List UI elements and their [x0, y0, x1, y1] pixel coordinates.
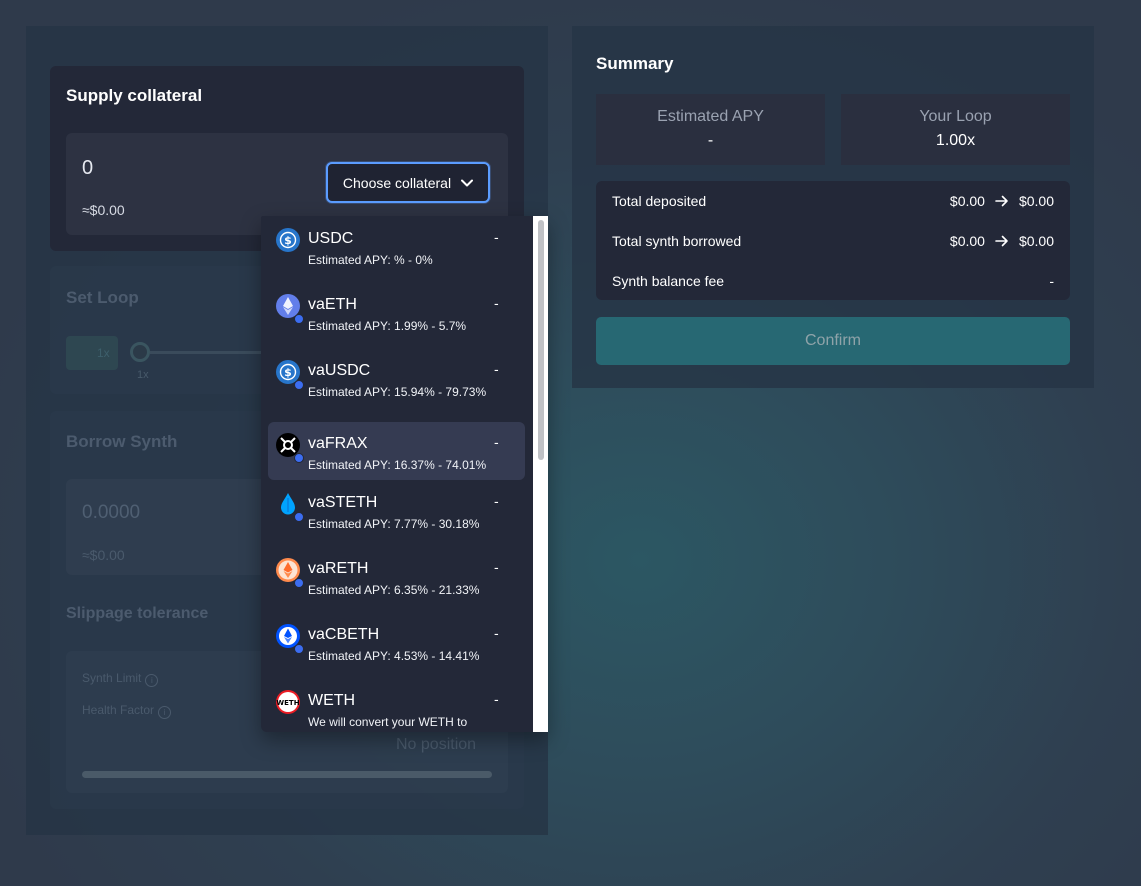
- loop-chip-value: 1x: [97, 346, 110, 360]
- collateral-option-vausdc[interactable]: $ vaUSDC Estimated APY: 15.94% - 79.73% …: [268, 349, 525, 407]
- total-synth-borrowed-value: $0.00 $0.00: [950, 233, 1054, 249]
- summary-details: Total deposited $0.00 $0.00 Total synth …: [596, 181, 1070, 300]
- collateral-option-vacbeth[interactable]: vaCBETH Estimated APY: 4.53% - 14.41% -: [268, 613, 525, 671]
- vesper-badge-icon: [294, 578, 304, 588]
- health-factor-row: Health Factor i: [82, 703, 172, 719]
- collateral-option-vafrax[interactable]: vaFRAX Estimated APY: 16.37% - 74.01% -: [268, 422, 525, 480]
- summary-title: Summary: [596, 54, 674, 73]
- vesper-badge-icon: [294, 453, 304, 463]
- option-name: vaUSDC: [308, 362, 371, 379]
- svg-text:$: $: [284, 234, 292, 247]
- usdc-icon: $: [276, 228, 300, 252]
- slippage-tolerance-title: Slippage tolerance: [66, 605, 209, 622]
- info-icon[interactable]: i: [145, 674, 159, 687]
- supply-usd-value: ≈$0.00: [82, 202, 125, 218]
- option-balance: -: [494, 295, 499, 311]
- arrow-right-icon: [995, 195, 1008, 207]
- weth-icon: WETH: [276, 690, 300, 714]
- synth-limit-row: Synth Limit i: [82, 671, 159, 687]
- collateral-option-usdc[interactable]: $ USDC Estimated APY: % - 0% -: [268, 217, 525, 275]
- collateral-option-vasteth[interactable]: vaSTETH Estimated APY: 7.77% - 30.18% -: [268, 481, 525, 539]
- vesper-badge-icon: [294, 512, 304, 522]
- option-apy: Estimated APY: 16.37% - 74.01%: [308, 458, 487, 472]
- choose-collateral-label: Choose collateral: [342, 174, 452, 191]
- vesper-badge-icon: [294, 380, 304, 390]
- option-apy: Estimated APY: % - 0%: [308, 253, 433, 267]
- option-apy: We will convert your WETH to: [308, 715, 468, 729]
- total-deposited-to: $0.00: [1018, 193, 1054, 209]
- option-apy: Estimated APY: 4.53% - 14.41%: [308, 649, 480, 663]
- dropdown-scrollbar[interactable]: [533, 216, 548, 732]
- info-icon[interactable]: i: [158, 706, 172, 719]
- synth-limit-label: Synth Limit: [82, 671, 142, 685]
- health-bar: [82, 771, 492, 778]
- synth-balance-fee-label: Synth balance fee: [612, 273, 725, 289]
- option-name: WETH: [308, 692, 356, 709]
- total-deposited-value: $0.00 $0.00: [950, 193, 1054, 209]
- option-name: USDC: [308, 230, 354, 247]
- total-synth-borrowed-label: Total synth borrowed: [612, 233, 742, 249]
- total-borrowed-to: $0.00: [1018, 233, 1054, 249]
- option-apy: Estimated APY: 15.94% - 79.73%: [308, 385, 487, 399]
- collateral-dropdown[interactable]: $ USDC Estimated APY: % - 0% - vaETH Est…: [261, 216, 548, 732]
- option-balance: -: [494, 625, 499, 641]
- svg-text:WETH: WETH: [276, 699, 299, 707]
- collateral-option-weth[interactable]: WETH WETH We will convert your WETH to -: [268, 679, 525, 732]
- dropdown-scrollbar-thumb[interactable]: [538, 220, 544, 460]
- vesper-badge-icon: [294, 644, 304, 654]
- chevron-down-icon: [461, 179, 474, 186]
- option-balance: -: [494, 229, 499, 245]
- loop-slider-handle[interactable]: [130, 342, 150, 362]
- total-deposited-from: $0.00: [949, 193, 985, 209]
- health-factor-label: Health Factor: [82, 703, 155, 717]
- option-name: vaETH: [308, 296, 357, 313]
- total-deposited-label: Total deposited: [612, 193, 707, 209]
- svg-text:$: $: [284, 366, 292, 379]
- arrow-right-icon: [995, 235, 1008, 247]
- loop-slider-track[interactable]: [150, 351, 262, 354]
- borrow-usd-value: ≈$0.00: [82, 547, 125, 563]
- loop-slider-min-label: 1x: [137, 369, 149, 381]
- option-name: vaCBETH: [308, 626, 380, 643]
- estimated-apy-label: Estimated APY: [657, 108, 764, 125]
- loop-value-chip[interactable]: [66, 336, 118, 370]
- collateral-option-vaeth[interactable]: vaETH Estimated APY: 1.99% - 5.7% -: [268, 283, 525, 341]
- no-position-text: No position: [396, 736, 477, 753]
- confirm-button[interactable]: Confirm: [596, 317, 1070, 365]
- estimated-apy-value: -: [707, 132, 714, 149]
- borrow-amount-value[interactable]: 0.0000: [82, 502, 140, 524]
- option-balance: -: [494, 559, 499, 575]
- option-apy: Estimated APY: 1.99% - 5.7%: [308, 319, 467, 333]
- option-apy: Estimated APY: 7.77% - 30.18%: [308, 517, 480, 531]
- choose-collateral-button[interactable]: Choose collateral: [326, 162, 490, 203]
- borrow-synth-title: Borrow Synth: [66, 432, 178, 451]
- option-name: vaRETH: [308, 560, 369, 577]
- your-loop-value: 1.00x: [935, 132, 976, 149]
- option-balance: -: [494, 434, 499, 450]
- collateral-option-vareth[interactable]: vaRETH Estimated APY: 6.35% - 21.33% -: [268, 547, 525, 605]
- supply-collateral-title: Supply collateral: [66, 86, 203, 105]
- option-name: vaFRAX: [308, 435, 368, 452]
- total-borrowed-from: $0.00: [949, 233, 985, 249]
- your-loop-label: Your Loop: [919, 108, 992, 125]
- vesper-badge-icon: [294, 314, 304, 324]
- supply-amount-value[interactable]: 0: [82, 157, 93, 180]
- set-loop-title: Set Loop: [66, 288, 139, 307]
- option-apy: Estimated APY: 6.35% - 21.33%: [308, 583, 480, 597]
- estimated-apy-stat: Estimated APY -: [596, 94, 825, 165]
- synth-balance-fee-value: -: [1049, 273, 1054, 289]
- option-balance: -: [494, 691, 499, 707]
- option-name: vaSTETH: [308, 494, 378, 511]
- your-loop-stat: Your Loop 1.00x: [841, 94, 1070, 165]
- option-balance: -: [494, 361, 499, 377]
- option-balance: -: [494, 493, 499, 509]
